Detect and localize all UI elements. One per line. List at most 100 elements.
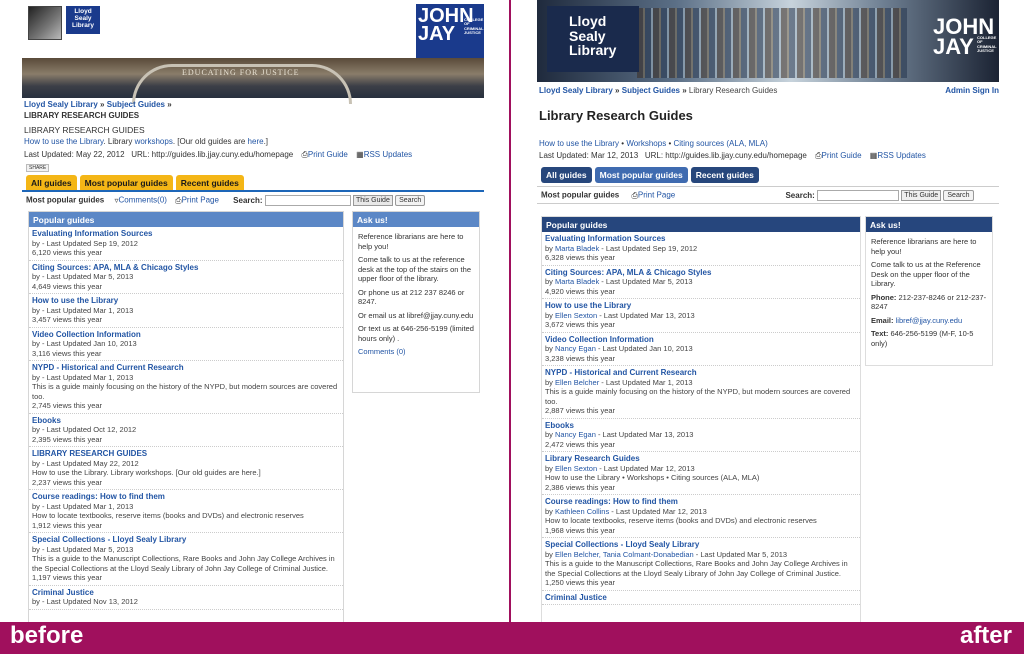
guide-title[interactable]: NYPD - Historical and Current Research bbox=[545, 368, 857, 378]
after-search-button[interactable]: Search bbox=[943, 190, 974, 201]
list-item: Special Collections - Lloyd Sealy Librar… bbox=[542, 538, 860, 591]
guide-desc: How to locate textbooks, reserve items (… bbox=[32, 511, 304, 520]
before-guide-bar: Most popular guides ▿Comments(0) ⎙Print … bbox=[22, 190, 484, 207]
guide-author[interactable]: Ellen Sexton bbox=[555, 311, 597, 320]
guide-author[interactable]: Kathleen Collins bbox=[555, 507, 609, 516]
guide-title[interactable]: LIBRARY RESEARCH GUIDES bbox=[32, 449, 340, 459]
after-meta: Last Updated: Mar 12, 2013 URL: http://g… bbox=[539, 151, 926, 161]
before-jj-text: JOHN JAY bbox=[418, 5, 474, 45]
guide-meta: by - Last Updated Mar 5, 2013 bbox=[32, 544, 134, 554]
after-email-link[interactable]: libref@jjay.cuny.edu bbox=[896, 316, 963, 325]
after-rss-updates[interactable]: RSS Updates bbox=[877, 151, 925, 160]
after-last-updated: Last Updated: Mar 12, 2013 bbox=[539, 151, 639, 160]
after-print-page[interactable]: Print Page bbox=[638, 191, 675, 200]
guide-title[interactable]: Criminal Justice bbox=[545, 593, 857, 603]
guide-title[interactable]: Library Research Guides bbox=[545, 454, 857, 464]
guide-title[interactable]: Course readings: How to find them bbox=[545, 497, 857, 507]
guide-meta: by Marta Bladek - Last Updated Mar 5, 20… bbox=[545, 277, 857, 287]
guide-title[interactable]: Citing Sources: APA, MLA & Chicago Style… bbox=[32, 263, 340, 273]
guide-author[interactable]: Nancy Egan bbox=[555, 344, 596, 353]
after-tab-popular[interactable]: Most popular guides bbox=[594, 167, 688, 183]
after-crumb-home[interactable]: Lloyd Sealy Library bbox=[539, 86, 613, 95]
guide-title[interactable]: Criminal Justice bbox=[32, 588, 340, 598]
before-rss-updates[interactable]: RSS Updates bbox=[364, 150, 412, 159]
before-tab-recent[interactable]: Recent guides bbox=[175, 175, 244, 191]
after-crumb-guides[interactable]: Subject Guides bbox=[622, 86, 680, 95]
before-banner-text: EDUCATING FOR JUSTICE bbox=[182, 68, 300, 77]
guide-title[interactable]: How to use the Library bbox=[545, 301, 857, 311]
before-print-guide[interactable]: Print Guide bbox=[308, 150, 348, 159]
guide-author[interactable]: Nancy Egan bbox=[555, 430, 596, 439]
before-share[interactable]: SHARE bbox=[26, 162, 50, 172]
before-desc-link-here[interactable]: here bbox=[248, 137, 264, 146]
guide-author[interactable]: Ellen Sexton bbox=[555, 464, 597, 473]
after-ask-box: Ask us! Reference librarians are here to… bbox=[865, 216, 993, 366]
list-item: NYPD - Historical and Current Research by… bbox=[29, 361, 343, 414]
guide-title[interactable]: NYPD - Historical and Current Research bbox=[32, 363, 340, 373]
after-desc-link-citing[interactable]: Citing sources (ALA, MLA) bbox=[673, 139, 767, 148]
guide-title[interactable]: Citing Sources: APA, MLA & Chicago Style… bbox=[545, 268, 857, 278]
guide-title[interactable]: Evaluating Information Sources bbox=[32, 229, 340, 239]
guide-author[interactable]: Marta Bladek bbox=[555, 277, 599, 286]
guide-author[interactable]: Marta Bladek bbox=[555, 244, 599, 253]
guide-title[interactable]: Course readings: How to find them bbox=[32, 492, 340, 502]
before-library-logo[interactable]: Lloyd Sealy Library bbox=[66, 6, 100, 34]
after-admin-sign-in[interactable]: Admin Sign In bbox=[945, 86, 999, 95]
after-tab-recent[interactable]: Recent guides bbox=[690, 167, 759, 183]
guide-desc: How to locate textbooks, reserve items (… bbox=[545, 516, 817, 525]
list-item: Evaluating Information Sources by Marta B… bbox=[542, 232, 860, 266]
after-url: URL: http://guides.lib.jjay.cuny.edu/hom… bbox=[644, 151, 807, 160]
before-john-jay-logo[interactable]: JOHN JAY COLLEGE OF CRIMINAL JUSTICE bbox=[416, 4, 484, 58]
guide-meta: by - Last Updated Mar 1, 2013 bbox=[32, 372, 134, 382]
guide-meta: by Nancy Egan - Last Updated Mar 13, 201… bbox=[545, 430, 857, 440]
before-share-button[interactable]: SHARE bbox=[26, 164, 50, 172]
guide-title[interactable]: Video Collection Information bbox=[32, 330, 340, 340]
before-bar-name: Most popular guides bbox=[26, 195, 105, 205]
guide-views: 2,386 views this year bbox=[545, 482, 616, 492]
after-scope-select[interactable]: This Guide bbox=[901, 190, 942, 201]
after-page-title: Library Research Guides bbox=[539, 108, 693, 123]
before-comments-link[interactable]: Comments(0) bbox=[118, 196, 166, 205]
before-search-input[interactable] bbox=[264, 195, 351, 206]
before-crumb-guides[interactable]: Subject Guides bbox=[107, 100, 165, 109]
before-header: Lloyd Sealy Library JOHN JAY COLLEGE OF … bbox=[22, 0, 484, 58]
before-print-page[interactable]: Print Page bbox=[182, 196, 219, 205]
guide-views: 3,238 views this year bbox=[545, 353, 616, 363]
after-tab-all[interactable]: All guides bbox=[541, 167, 592, 183]
list-item: Citing Sources: APA, MLA & Chicago Style… bbox=[29, 261, 343, 294]
before-panel: Lloyd Sealy Library JOHN JAY COLLEGE OF … bbox=[0, 0, 511, 622]
guide-title[interactable]: Video Collection Information bbox=[545, 335, 857, 345]
guide-title[interactable]: Ebooks bbox=[545, 421, 857, 431]
guide-title[interactable]: How to use the Library bbox=[32, 296, 340, 306]
before-desc-link-workshops[interactable]: workshops bbox=[135, 137, 173, 146]
after-desc-link-workshops[interactable]: Workshops bbox=[626, 139, 666, 148]
guide-title[interactable]: Evaluating Information Sources bbox=[545, 234, 857, 244]
before-ask-comments[interactable]: Comments (0) bbox=[358, 347, 406, 356]
guide-desc: This is a guide to the Manuscript Collec… bbox=[32, 554, 335, 573]
guide-views: 1,912 views this year bbox=[32, 520, 103, 530]
guide-title[interactable]: Special Collections - Lloyd Sealy Librar… bbox=[545, 540, 857, 550]
after-desc-link-use[interactable]: How to use the Library bbox=[539, 139, 619, 148]
guide-title[interactable]: Ebooks bbox=[32, 416, 340, 426]
before-crumb-home[interactable]: Lloyd Sealy Library bbox=[24, 100, 98, 109]
guide-title[interactable]: Special Collections - Lloyd Sealy Librar… bbox=[32, 535, 340, 545]
before-tab-popular[interactable]: Most popular guides bbox=[79, 175, 173, 191]
guide-views: 1,250 views this year bbox=[545, 578, 616, 587]
before-desc-link-use[interactable]: How to use the Library bbox=[24, 137, 103, 146]
before-banner-photo: EDUCATING FOR JUSTICE bbox=[22, 58, 484, 104]
before-last-updated: Last Updated: May 22, 2012 bbox=[24, 150, 125, 159]
after-guide-list: Evaluating Information Sources by Marta B… bbox=[542, 232, 860, 605]
before-scope-select[interactable]: This Guide bbox=[353, 195, 393, 206]
after-print-guide[interactable]: Print Guide bbox=[822, 151, 862, 160]
after-library-logo[interactable]: Lloyd Sealy Library bbox=[547, 6, 639, 72]
guide-author[interactable]: Ellen Belcher, Tania Colmant-Donabedian bbox=[555, 550, 694, 559]
before-tab-all[interactable]: All guides bbox=[26, 175, 77, 191]
guide-views: 6,328 views this year bbox=[545, 253, 616, 262]
list-item: LIBRARY RESEARCH GUIDES by - Last Updated… bbox=[29, 447, 343, 490]
guide-views: 4,649 views this year bbox=[32, 281, 103, 291]
guide-author[interactable]: Ellen Belcher bbox=[555, 378, 599, 387]
after-john-jay-logo[interactable]: JOHN JAY COLLEGE OF CRIMINAL JUSTICE bbox=[931, 14, 997, 70]
after-search-input[interactable] bbox=[817, 190, 900, 201]
before-search-button[interactable]: Search bbox=[395, 195, 426, 206]
list-item: How to use the Library by Ellen Sexton - … bbox=[542, 299, 860, 333]
